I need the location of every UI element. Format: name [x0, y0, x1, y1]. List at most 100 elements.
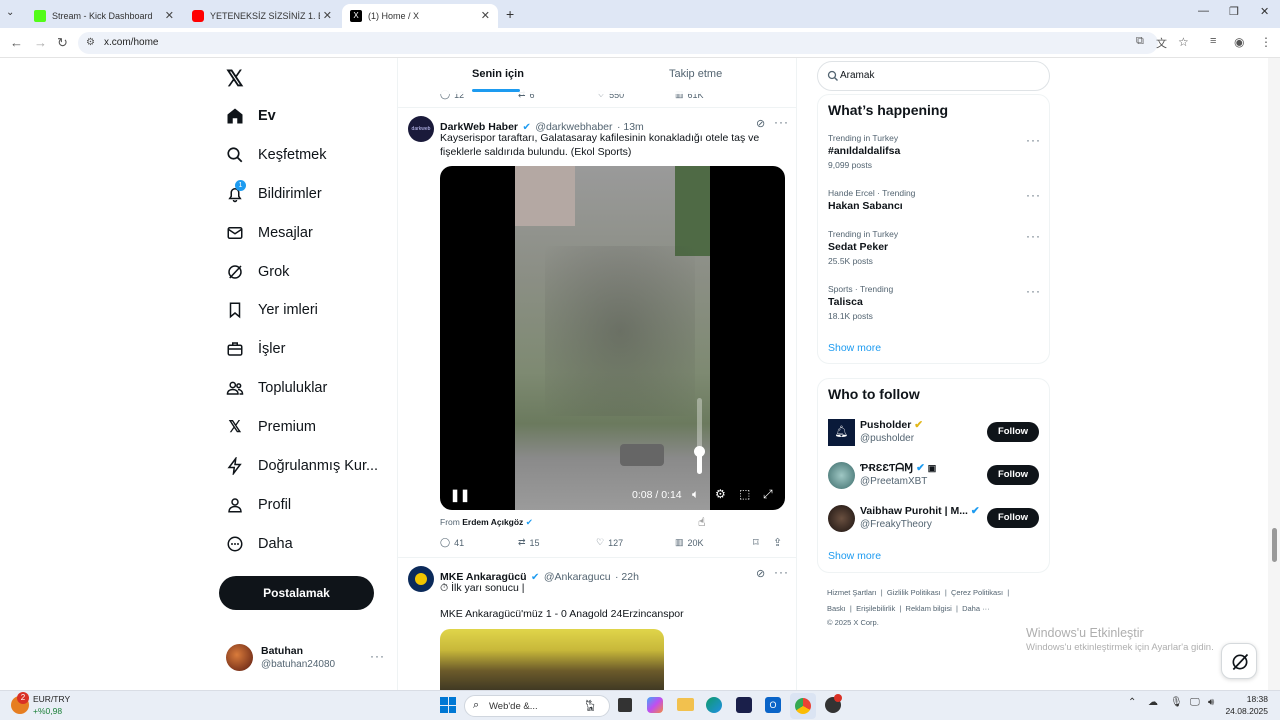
nav-messages[interactable]: Mesajlar	[226, 220, 313, 246]
footer-link[interactable]: Baskı	[827, 604, 846, 613]
follow-button[interactable]: Follow	[987, 465, 1039, 485]
file-explorer-icon[interactable]	[677, 698, 694, 711]
nav-bookmarks[interactable]: Yer imleri	[226, 297, 318, 323]
more-icon[interactable]: ···	[1026, 188, 1041, 202]
currency-pair[interactable]: EUR/TRY	[33, 694, 70, 704]
nav-notifications[interactable]: 1 Bildirimler	[226, 180, 322, 207]
page-scrollbar[interactable]	[1268, 58, 1280, 690]
tweet-time[interactable]: · 22h	[615, 571, 639, 583]
avatar[interactable]: darkweb	[408, 116, 434, 142]
grok-floating-button[interactable]	[1221, 643, 1257, 679]
clock-time[interactable]: 18:38	[1228, 694, 1268, 704]
tab-kick[interactable]: Stream - Kick Dashboard ✕	[26, 4, 182, 28]
more-icon[interactable]: ···	[774, 565, 789, 579]
source-author[interactable]: Erdem Açıkgöz	[462, 517, 523, 527]
search-input[interactable]: Aramak	[817, 61, 1050, 91]
follow-button[interactable]: Follow	[987, 508, 1039, 528]
outlook-icon[interactable]: O	[765, 697, 781, 713]
minimize-button[interactable]: —	[1198, 5, 1209, 17]
post-button[interactable]: Postalamak	[219, 576, 374, 610]
trend-item[interactable]: Hande Ercel · Trending Hakan Sabancı ···	[828, 188, 1043, 228]
volume-slider[interactable]	[694, 398, 705, 474]
bookmark-star-icon[interactable]: ☆	[1178, 35, 1189, 49]
footer-link[interactable]: Çerez Politikası	[951, 588, 1003, 597]
menu-icon[interactable]: ⋮	[1260, 35, 1272, 49]
bookmark-button[interactable]: ⌑	[753, 536, 759, 549]
store-icon[interactable]	[736, 697, 752, 713]
tab-for-you[interactable]: Senin için	[472, 68, 524, 80]
taskbar-search[interactable]: ⌕ Web'de &... 🦌︎	[464, 695, 610, 717]
network-icon[interactable]: 🖵︎	[1190, 697, 1200, 708]
trend-item[interactable]: Trending in Turkey #anıldaldalifsa 9,099…	[828, 133, 1043, 177]
tab-youtube[interactable]: YETENEKSİZ SİZSİNİZ 1. BÖLÜM ✕	[184, 4, 340, 28]
more-icon[interactable]: ···	[774, 115, 789, 129]
cloud-icon[interactable]: ☁	[1148, 697, 1158, 708]
tab-list-icon[interactable]: ⌄	[6, 7, 14, 18]
trend-item[interactable]: Sports · Trending Talisca 18.1K posts ··…	[828, 284, 1043, 328]
volume-icon[interactable]: 🔈︎	[692, 487, 699, 502]
nav-communities[interactable]: Topluluklar	[226, 375, 327, 401]
maximize-button[interactable]: ❐	[1229, 5, 1239, 18]
nav-more[interactable]: Daha	[226, 531, 293, 557]
footer-link[interactable]: Daha ···	[962, 604, 990, 613]
copilot-icon[interactable]	[647, 697, 663, 713]
new-tab-button[interactable]: +	[506, 6, 514, 22]
share-button[interactable]: ⇪	[773, 536, 782, 549]
scrollbar-thumb[interactable]	[1272, 528, 1277, 562]
mini-player-icon[interactable]: ⬚	[739, 487, 750, 501]
tab-following[interactable]: Takip etme	[669, 68, 722, 80]
nav-jobs[interactable]: İşler	[226, 336, 285, 362]
nav-profile[interactable]: Profil	[226, 492, 291, 518]
chevron-up-icon[interactable]: ⌃	[1128, 697, 1136, 708]
show-more-link[interactable]: Show more	[828, 550, 881, 562]
translate-icon[interactable]: 文	[1156, 35, 1167, 51]
account-switcher[interactable]: Batuhan @batuhan24080 ···	[226, 643, 384, 675]
footer-link[interactable]: Reklam bilgisi	[906, 604, 952, 613]
window-close-button[interactable]: ✕	[1260, 5, 1269, 18]
tweet[interactable]: MKE Ankaragücü ✔ @Ankaragucu · 22h ⊘ ···…	[398, 558, 796, 690]
trend-item[interactable]: Trending in Turkey Sedat Peker 25.5K pos…	[828, 229, 1043, 273]
nav-verified-orgs[interactable]: Doğrulanmış Kur...	[226, 453, 378, 479]
footer-link[interactable]: Erişilebilirlik	[856, 604, 895, 613]
show-more-link[interactable]: Show more	[828, 342, 881, 354]
clock-date[interactable]: 24.08.2025	[1223, 706, 1268, 716]
tweet[interactable]: darkweb DarkWeb Haber ✔ @darkwebhaber · …	[398, 108, 796, 558]
url-input[interactable]: ⚙ x.com/home	[78, 32, 1158, 54]
footer-link[interactable]: Hizmet Şartları	[827, 588, 877, 597]
task-view-icon[interactable]	[618, 698, 632, 712]
reload-button[interactable]: ↻	[57, 35, 68, 51]
views-button[interactable]: ▥ 20K	[675, 537, 704, 548]
nav-premium[interactable]: 𝕏 Premium	[226, 414, 316, 440]
nav-explore[interactable]: Keşfetmek	[226, 142, 327, 168]
footer-link[interactable]: Gizlilik Politikası	[887, 588, 941, 597]
tab-x-home[interactable]: X (1) Home / X ✕	[342, 4, 498, 28]
settings-icon[interactable]: ⚙	[715, 487, 726, 501]
weather-widget-icon[interactable]: 2	[11, 692, 29, 714]
close-icon[interactable]: ✕	[165, 9, 174, 22]
back-button[interactable]: ←	[10, 35, 23, 50]
cast-icon[interactable]: ⧉	[1136, 35, 1144, 48]
close-icon[interactable]: ✕	[481, 9, 490, 22]
follow-suggestion[interactable]: Vaibhaw Purohit | M... ✔ @FreakyTheory F…	[828, 504, 1043, 534]
speaker-icon[interactable]: 🔊︎	[1208, 697, 1214, 708]
microphone-icon[interactable]: 🎙︎	[1170, 697, 1183, 708]
more-icon[interactable]: ···	[1026, 133, 1041, 147]
more-icon[interactable]: ···	[1026, 229, 1041, 243]
volume-handle[interactable]	[694, 446, 705, 457]
author-handle[interactable]: @Ankaragucu	[544, 571, 611, 583]
chrome-taskbar-button[interactable]	[790, 693, 816, 719]
nav-grok[interactable]: Grok	[226, 259, 289, 285]
x-logo-icon[interactable]: 𝕏	[226, 66, 244, 92]
like-button[interactable]: ♡ 127	[596, 537, 623, 548]
repost-button[interactable]: ⇄ 15	[518, 537, 540, 548]
more-icon[interactable]: ···	[1026, 284, 1041, 298]
follow-button[interactable]: Follow	[987, 422, 1039, 442]
forward-button[interactable]: →	[34, 35, 47, 50]
avatar[interactable]	[408, 566, 434, 592]
tweet-image[interactable]	[440, 629, 664, 690]
video-player[interactable]: ❚❚ 0:08 / 0:14 🔈︎ ⚙ ⬚ ⤢	[440, 166, 785, 510]
app-icon[interactable]	[825, 694, 842, 713]
site-info-icon[interactable]: ⚙	[86, 32, 95, 54]
follow-suggestion[interactable]: 🔔︎ Pusholder ✔ @pusholder Follow	[828, 418, 1043, 448]
grok-icon[interactable]: ⊘	[756, 567, 765, 580]
